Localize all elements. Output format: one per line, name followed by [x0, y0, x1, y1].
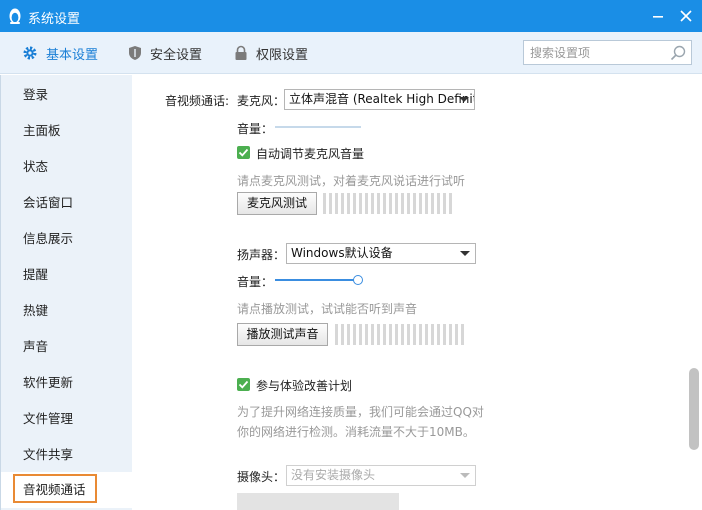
- checkmark-icon: [238, 148, 249, 157]
- speaker-volume-slider-handle[interactable]: [353, 275, 363, 285]
- gear-icon: [23, 46, 37, 60]
- mic-level-meter: [323, 193, 463, 214]
- experience-program-desc-2: 你的网络进行检测。消耗流量不大于10MB。: [237, 425, 475, 439]
- penguin-icon: [9, 8, 21, 24]
- selection-highlight: [13, 474, 97, 503]
- mic-test-hint: 请点麦克风测试，对着麦克风说话进行试听: [237, 174, 466, 188]
- sidebar-item-label: 文件管理: [23, 411, 74, 426]
- sidebar-item-label: 状态: [23, 159, 49, 174]
- sidebar-item-label: 信息展示: [23, 231, 74, 246]
- search-input[interactable]: [530, 44, 666, 62]
- lock-icon: [235, 45, 247, 60]
- speaker-test-hint: 请点播放测试，试试能否听到声音: [237, 302, 418, 316]
- camera-label: 摄像头：: [237, 470, 286, 484]
- sidebar-item-label: 登录: [23, 87, 49, 102]
- sidebar-item-info-display[interactable]: 信息展示: [1, 221, 133, 257]
- sidebar-item-software-update[interactable]: 软件更新: [1, 365, 133, 401]
- camera-device-value: 没有安装摄像头: [291, 468, 376, 482]
- chevron-down-icon: [460, 473, 470, 478]
- sidebar-item-label: 文件共享: [23, 447, 74, 462]
- auto-adjust-mic-label: 自动调节麦克风音量: [256, 147, 365, 161]
- experience-program-desc-1: 为了提升网络连接质量，我们可能会通过QQ对: [237, 405, 484, 419]
- speaker-device-select[interactable]: Windows默认设备: [286, 243, 476, 264]
- speaker-device-value: Windows默认设备: [291, 246, 393, 260]
- sidebar-item-av-call[interactable]: 音视频通话: [1, 472, 133, 508]
- sidebar-item-hotkeys[interactable]: 热键: [1, 293, 133, 329]
- speaker-label: 扬声器：: [237, 248, 286, 262]
- experience-program-checkbox[interactable]: [237, 378, 250, 391]
- sidebar-item-reminder[interactable]: 提醒: [1, 257, 133, 293]
- title-bar: 系统设置: [0, 0, 702, 32]
- search-box[interactable]: [523, 40, 692, 65]
- sidebar-item-label: 会话窗口: [23, 195, 74, 210]
- sidebar-item-status[interactable]: 状态: [1, 149, 133, 185]
- mic-volume-label: 音量：: [237, 122, 274, 136]
- speaker-volume-label: 音量：: [237, 275, 274, 289]
- scrollbar-thumb[interactable]: [689, 368, 699, 450]
- camera-preview: [237, 493, 399, 510]
- speaker-test-button-label: 播放测试声音: [246, 327, 319, 341]
- sidebar-item-sound[interactable]: 声音: [1, 329, 133, 365]
- mic-test-button-label: 麦克风测试: [246, 196, 307, 210]
- auto-adjust-mic-checkbox[interactable]: [237, 146, 250, 159]
- sidebar-item-label: 软件更新: [23, 375, 74, 390]
- minimize-icon[interactable]: [648, 6, 668, 26]
- speaker-test-button[interactable]: 播放测试声音: [237, 323, 328, 346]
- camera-device-select[interactable]: 没有安装摄像头: [286, 465, 476, 486]
- tab-basic-settings[interactable]: 基本设置: [22, 32, 98, 74]
- mic-device-value: 立体声混音 (Realtek High Definition Audio): [289, 92, 474, 106]
- mic-test-button[interactable]: 麦克风测试: [237, 192, 317, 215]
- chevron-down-icon: [459, 97, 469, 102]
- sidebar-item-main-panel[interactable]: 主面板: [1, 113, 133, 149]
- speaker-volume-fill: [275, 279, 358, 281]
- tab-label: 权限设置: [256, 47, 309, 63]
- sidebar-item-file-management[interactable]: 文件管理: [1, 401, 133, 437]
- settings-tab-bar: 基本设置 安全设置 权限设置: [0, 32, 702, 74]
- tab-label: 安全设置: [150, 47, 203, 63]
- mic-volume-slider[interactable]: [275, 126, 361, 128]
- settings-sidebar: 登录 主面板 状态 会话窗口 信息展示 提醒 热键 声音 软件更新 文件管理 文…: [0, 75, 133, 510]
- mic-device-select[interactable]: 立体声混音 (Realtek High Definition Audio): [284, 89, 475, 110]
- settings-content: 音视频通话: 麦克风： 立体声混音 (Realtek High Definiti…: [132, 75, 687, 510]
- shield-icon: [129, 46, 141, 60]
- speaker-level-meter: [335, 324, 471, 345]
- sidebar-item-chat-window[interactable]: 会话窗口: [1, 185, 133, 221]
- sidebar-item-label: 热键: [23, 303, 49, 318]
- sidebar-item-label: 主面板: [23, 123, 61, 138]
- mic-label: 麦克风：: [237, 94, 286, 108]
- tab-permission-settings[interactable]: 权限设置: [234, 32, 308, 74]
- chevron-down-icon: [460, 251, 470, 256]
- sidebar-item-label: 声音: [23, 339, 49, 354]
- close-icon[interactable]: [676, 6, 696, 26]
- experience-program-label: 参与体验改善计划: [256, 379, 353, 393]
- search-icon[interactable]: [669, 44, 687, 62]
- tab-label: 基本设置: [46, 47, 99, 63]
- tab-security-settings[interactable]: 安全设置: [128, 32, 202, 74]
- sidebar-item-label: 提醒: [23, 267, 49, 282]
- sidebar-item-file-sharing[interactable]: 文件共享: [1, 437, 133, 473]
- checkmark-icon: [238, 380, 249, 389]
- sidebar-item-login[interactable]: 登录: [1, 77, 133, 113]
- window-title: 系统设置: [28, 12, 81, 27]
- section-label-av: 音视频通话:: [165, 94, 230, 108]
